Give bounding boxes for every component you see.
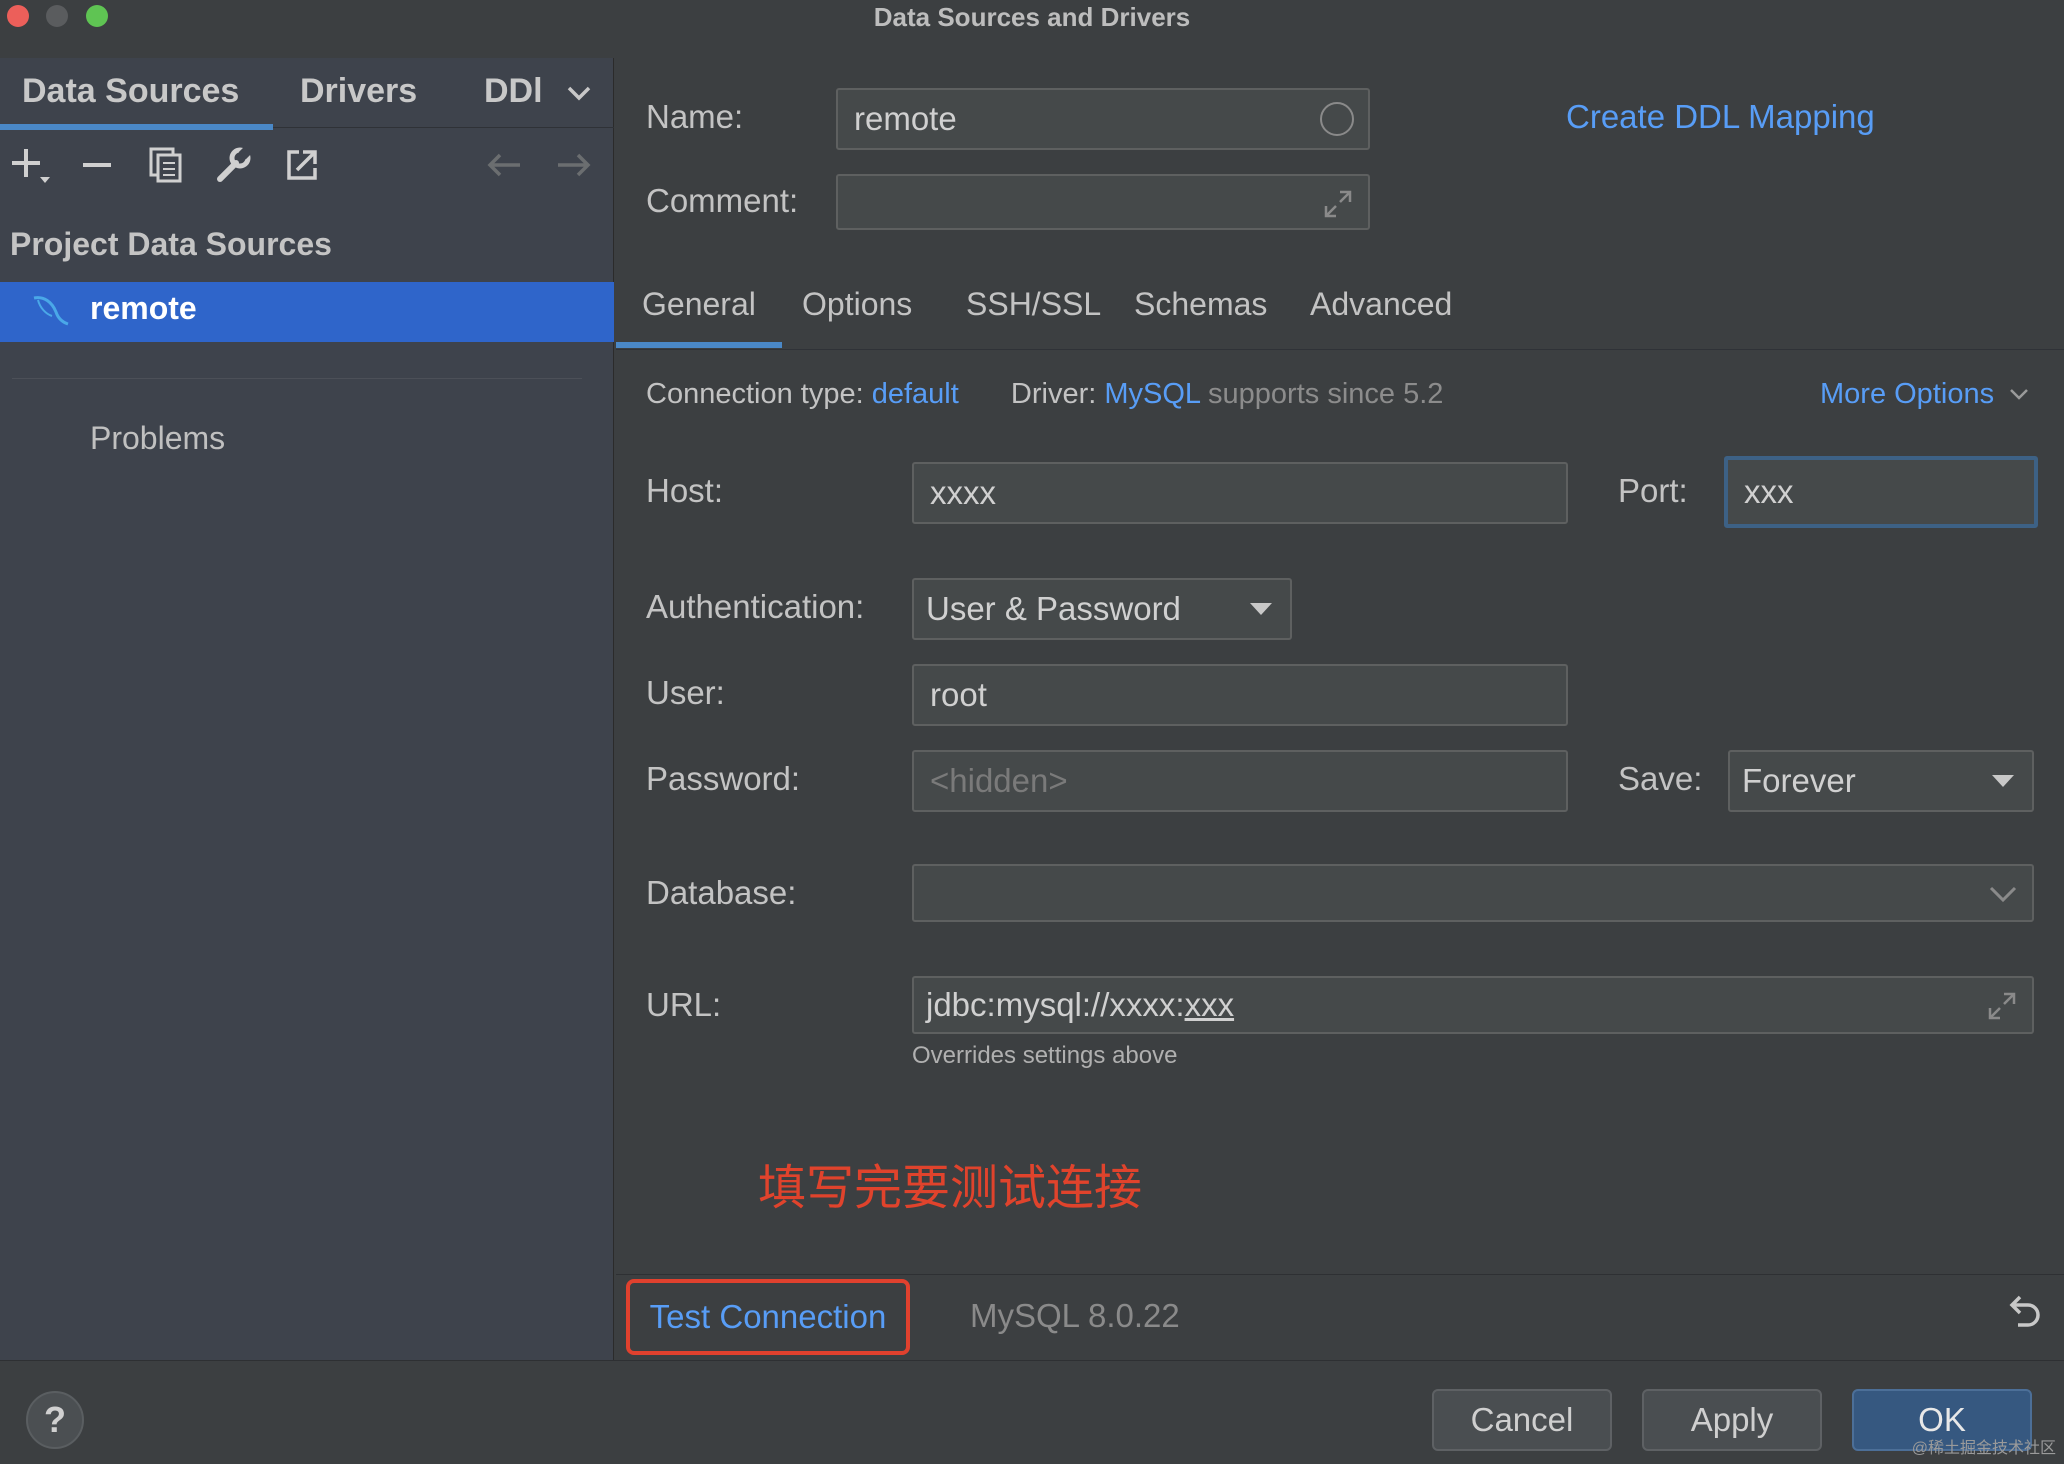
left-tabs: Data Sources Drivers DDl <box>0 58 614 130</box>
tab-ddl[interactable]: DDl <box>484 72 543 111</box>
tab-ssh-ssl[interactable]: SSH/SSL <box>966 286 1101 323</box>
save-label: Save: <box>1618 760 1703 797</box>
settings-tabs: General Options SSH/SSL Schemas Advanced <box>616 280 2064 350</box>
divider <box>12 378 582 379</box>
port-value: xxx <box>1744 473 1794 510</box>
test-connection-button[interactable]: Test Connection <box>626 1279 910 1355</box>
more-options-link[interactable]: More Options <box>1820 378 2030 411</box>
user-label: User: <box>646 674 725 711</box>
wrench-icon[interactable] <box>210 140 258 190</box>
create-ddl-mapping-link[interactable]: Create DDL Mapping <box>1566 98 1875 136</box>
name-input[interactable]: remote <box>836 88 1370 150</box>
name-label: Name: <box>646 98 744 135</box>
watermark: @稀土掘金技术社区 <box>1911 1440 2056 1457</box>
left-toolbar <box>0 140 614 200</box>
driver-version: MySQL 8.0.22 <box>970 1297 1180 1334</box>
tab-general[interactable]: General <box>616 286 782 348</box>
tab-options[interactable]: Options <box>802 286 912 323</box>
url-input[interactable]: jdbc:mysql://xxxx: xxx <box>912 976 2034 1034</box>
tab-schemas[interactable]: Schemas <box>1134 286 1267 323</box>
tab-data-sources[interactable]: Data Sources <box>0 72 274 130</box>
url-prefix: jdbc:mysql://xxxx: <box>926 986 1185 1023</box>
annotation-text: 填写完要测试连接 <box>758 1160 1143 1216</box>
database-select[interactable] <box>912 864 2034 922</box>
authentication-value: User & Password <box>926 590 1181 627</box>
cancel-button[interactable]: Cancel <box>1432 1389 1612 1451</box>
name-value: remote <box>854 100 957 137</box>
chevron-down-icon <box>1989 886 2017 903</box>
window-title: Data Sources and Drivers <box>873 2 1191 32</box>
user-value: root <box>930 676 987 713</box>
remove-icon[interactable] <box>74 140 122 190</box>
password-label: Password: <box>646 760 801 797</box>
host-input[interactable]: xxxx <box>912 462 1568 524</box>
connection-status-bar: Test Connection MySQL 8.0.22 <box>616 1274 2064 1360</box>
more-options-label: More Options <box>1820 378 1995 410</box>
expand-icon[interactable] <box>1322 188 1354 220</box>
url-port: xxx <box>1184 986 1235 1023</box>
password-input[interactable]: <hidden> <box>912 750 1568 812</box>
title-bar: Data Sources and Drivers <box>0 0 2064 46</box>
expand-icon[interactable] <box>1986 990 2018 1022</box>
save-value: Forever <box>1742 762 1856 799</box>
forward-arrow-icon[interactable] <box>550 140 598 190</box>
duplicate-icon[interactable] <box>142 140 190 190</box>
tab-drivers[interactable]: Drivers <box>300 72 417 111</box>
database-label: Database: <box>646 874 797 911</box>
connection-info-row: Connection type: default Driver: MySQL s… <box>646 378 1443 411</box>
data-source-item-remote[interactable]: remote <box>0 282 614 342</box>
project-data-sources-heading: Project Data Sources <box>10 226 332 262</box>
connection-type-link[interactable]: default <box>872 378 959 410</box>
apply-button[interactable]: Apply <box>1642 1389 1822 1451</box>
comment-input[interactable] <box>836 174 1370 230</box>
dropdown-arrow-icon <box>1250 603 1272 615</box>
user-input[interactable]: root <box>912 664 1568 726</box>
problems-item[interactable]: Problems <box>90 420 225 457</box>
color-picker-icon[interactable] <box>1320 102 1354 136</box>
driver-note: supports since 5.2 <box>1208 378 1444 410</box>
dropdown-arrow-icon <box>1992 775 2014 787</box>
connection-type-label: Connection type: <box>646 378 864 410</box>
url-hint: Overrides settings above <box>912 1042 1178 1069</box>
help-button[interactable]: ? <box>26 1391 84 1449</box>
left-panel: Data Sources Drivers DDl Project Data So… <box>0 58 614 1360</box>
port-label: Port: <box>1618 472 1688 509</box>
save-select[interactable]: Forever <box>1728 750 2034 812</box>
host-value: xxxx <box>930 474 996 511</box>
comment-label: Comment: <box>646 182 799 219</box>
authentication-label: Authentication: <box>646 588 865 625</box>
back-arrow-icon[interactable] <box>480 140 528 190</box>
data-source-label: remote <box>90 290 197 326</box>
driver-label: Driver: <box>1010 378 1097 410</box>
authentication-select[interactable]: User & Password <box>912 578 1292 640</box>
url-label: URL: <box>646 986 722 1023</box>
driver-link[interactable]: MySQL <box>1104 378 1200 410</box>
host-label: Host: <box>646 472 724 509</box>
chevron-down-icon[interactable] <box>564 78 594 108</box>
add-icon[interactable] <box>8 140 56 190</box>
dialog-footer: ? Cancel Apply OK @稀土掘金技术社区 <box>0 1360 2064 1464</box>
tab-advanced[interactable]: Advanced <box>1310 286 1452 323</box>
jump-to-icon[interactable] <box>278 140 326 190</box>
mysql-dolphin-icon <box>33 296 69 326</box>
chevron-down-icon <box>2010 389 2029 400</box>
password-placeholder: <hidden> <box>930 762 1068 799</box>
revert-icon[interactable] <box>2000 1293 2044 1337</box>
port-input[interactable]: xxx <box>1724 456 2038 528</box>
